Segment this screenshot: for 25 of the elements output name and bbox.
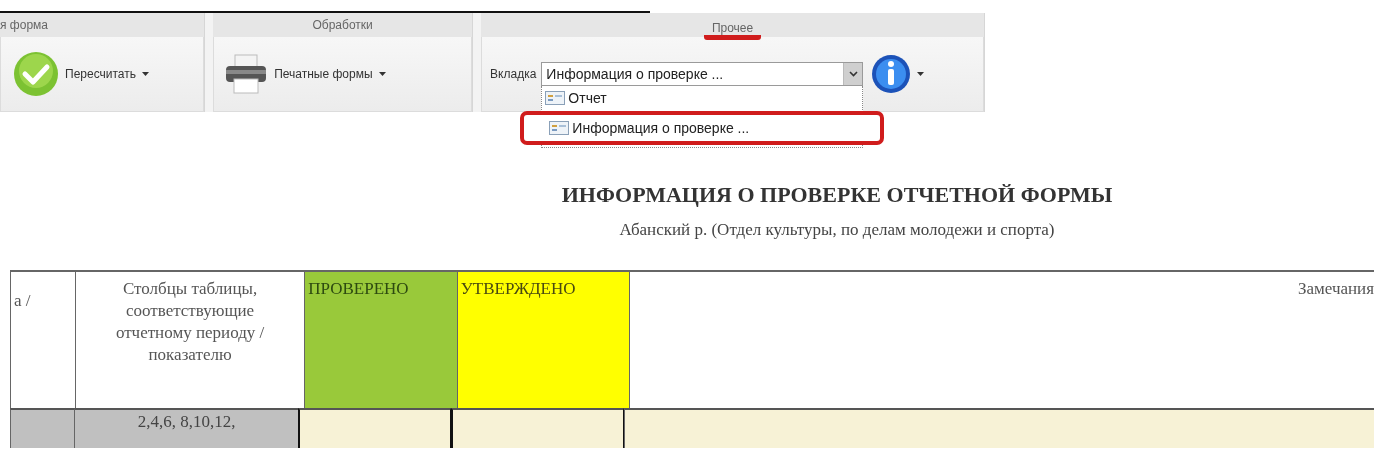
table-cell: 2,4,6, 8,10,12,	[74, 408, 298, 448]
info-icon	[871, 54, 912, 94]
chevron-icon	[848, 71, 858, 77]
column-header: Столбцы таблицы, соответствующие отчетному периоду / показателю	[74, 270, 305, 408]
dropdown-option[interactable]: Информация о проверке ...	[520, 111, 885, 145]
caret-icon	[917, 72, 925, 76]
sheet-icon	[549, 121, 570, 135]
field-label: Вкладка	[490, 67, 537, 81]
group-title: я форма	[0, 18, 48, 32]
dropdown-button[interactable]	[843, 63, 863, 85]
caret-icon	[142, 72, 149, 76]
group-title: Обработки	[312, 18, 373, 32]
info-button[interactable]	[869, 52, 927, 96]
column-header: УТВЕРЖДЕНО	[456, 270, 630, 408]
column-header: ПРОВЕРЕНО	[304, 270, 457, 408]
report-title: ИНФОРМАЦИЯ О ПРОВЕРКЕ ОТЧЕТНОЙ ФОРМЫ	[561, 182, 1113, 208]
caret-icon	[378, 72, 386, 76]
dropdown-option[interactable]: Отчет	[542, 88, 863, 108]
printer-icon	[224, 53, 269, 95]
report-subtitle: Абанский р. (Отдел культуры, по делам молодежи и спорта)	[619, 220, 1055, 240]
tab-select[interactable]: Информация о проверке ...	[541, 62, 864, 86]
sheet-icon	[545, 91, 566, 105]
column-header: Замечания	[629, 270, 1374, 408]
check-icon	[13, 51, 59, 97]
column-header: а /	[10, 270, 75, 408]
